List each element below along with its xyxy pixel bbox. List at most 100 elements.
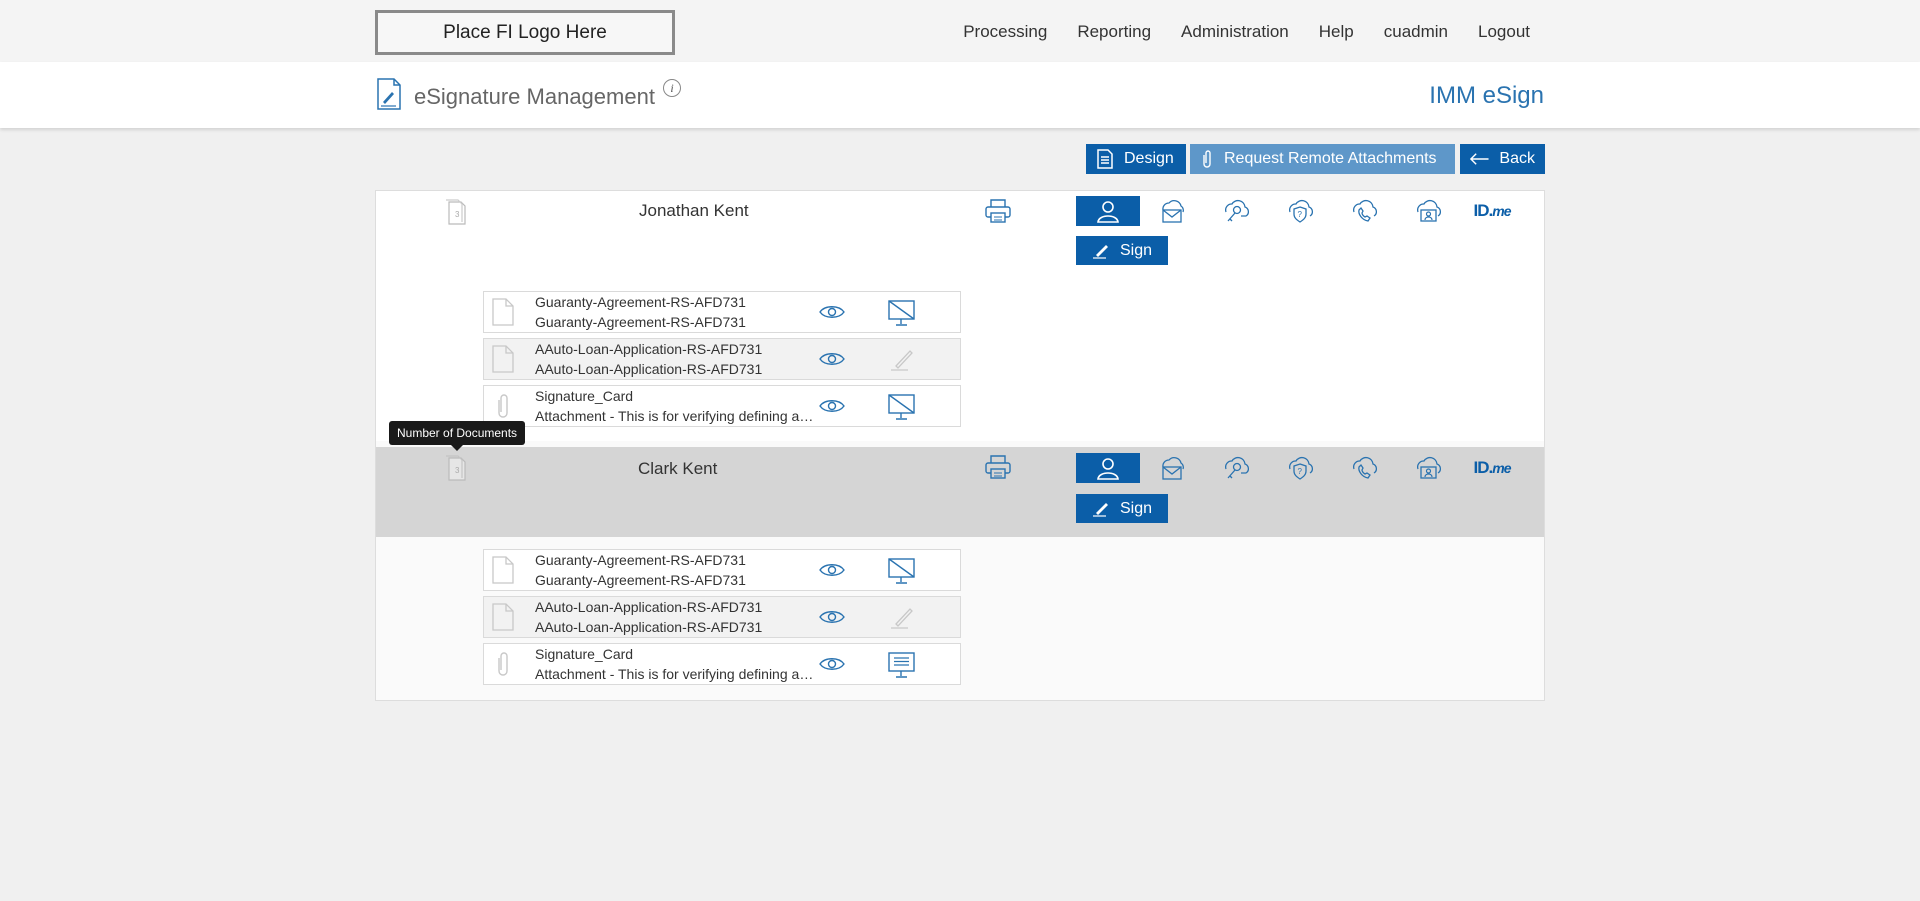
document-row: Guaranty-Agreement-RS-AFD731 Guaranty-Ag… — [483, 549, 961, 591]
eye-icon[interactable] — [819, 304, 845, 320]
request-button-label: Request Remote Attachments — [1224, 150, 1437, 167]
eye-icon[interactable] — [819, 609, 845, 625]
logo-placeholder: Place FI Logo Here — [375, 10, 675, 55]
document-description: Guaranty-Agreement-RS-AFD731 — [535, 314, 746, 330]
paperclip-icon — [1203, 150, 1211, 168]
document-name: AAuto-Loan-Application-RS-AFD731 — [535, 599, 763, 615]
document-icon — [492, 345, 514, 373]
document-row: AAuto-Loan-Application-RS-AFD731 AAuto-L… — [483, 596, 961, 638]
document-stack-icon[interactable]: 3 — [444, 454, 468, 482]
cloud-shield-question-icon: ? — [1289, 456, 1314, 480]
auth-phone-tab[interactable] — [1332, 196, 1396, 226]
document-row: AAuto-Loan-Application-RS-AFD731 AAuto-L… — [483, 338, 961, 380]
auth-email-tab[interactable] — [1140, 453, 1204, 483]
nav-reporting[interactable]: Reporting — [1077, 22, 1151, 42]
auth-phone-tab[interactable] — [1332, 453, 1396, 483]
cloud-key-icon — [1225, 199, 1250, 222]
auth-in-person-tab[interactable] — [1076, 453, 1140, 483]
nav-user[interactable]: cuadmin — [1384, 22, 1448, 42]
arrow-left-icon — [1470, 153, 1489, 165]
pen-icon — [1092, 244, 1108, 259]
auth-question-tab[interactable]: ? — [1268, 453, 1332, 483]
eye-icon[interactable] — [819, 562, 845, 578]
attachment-description: Attachment - This is for verifying defin… — [535, 666, 817, 682]
auth-key-tab[interactable] — [1204, 453, 1268, 483]
sign-button[interactable]: Sign — [1076, 494, 1168, 523]
cloud-phone-icon — [1353, 456, 1378, 479]
nav-logout[interactable]: Logout — [1478, 22, 1530, 42]
document-description: AAuto-Loan-Application-RS-AFD731 — [535, 361, 763, 377]
signer-name: Clark Kent — [638, 459, 718, 478]
document-stack-icon: 3 — [446, 199, 466, 225]
signer-row: 3 Clark Kent ? ID.me Sign — [376, 447, 1544, 537]
top-bar: Place FI Logo Here Processing Reporting … — [0, 0, 1920, 62]
signer-row: 3 Jonathan Kent ? ID.me Sign Guaranty-Ag… — [376, 191, 1544, 441]
signer-name: Jonathan Kent — [639, 201, 749, 220]
signers-panel: 3 Jonathan Kent ? ID.me Sign Guaranty-Ag… — [375, 190, 1545, 701]
auth-in-person-tab[interactable] — [1076, 196, 1140, 226]
document-name: Guaranty-Agreement-RS-AFD731 — [535, 294, 746, 310]
auth-id-tab[interactable] — [1396, 196, 1460, 226]
auth-id-tab[interactable] — [1396, 453, 1460, 483]
info-icon[interactable]: i — [663, 79, 681, 97]
document-icon — [492, 603, 514, 631]
page-title: eSignature Management — [414, 84, 655, 109]
cloud-key-icon — [1225, 456, 1250, 479]
idme-logo: ID.me — [1473, 201, 1512, 220]
eye-icon[interactable] — [819, 398, 845, 414]
paperclip-icon — [498, 394, 508, 418]
document-name: AAuto-Loan-Application-RS-AFD731 — [535, 341, 763, 357]
sign-button-label: Sign — [1119, 241, 1153, 259]
main-nav: Processing Reporting Administration Help… — [963, 22, 1530, 42]
print-icon[interactable] — [984, 454, 1012, 480]
attachment-name: Signature_Card — [535, 646, 634, 662]
request-remote-attachments-button[interactable]: Request Remote Attachments — [1190, 144, 1455, 174]
paperclip-icon — [498, 652, 508, 676]
monitor-crossed-icon — [888, 300, 915, 326]
cloud-phone-icon — [1353, 199, 1378, 222]
pen-icon — [1092, 502, 1108, 517]
monitor-crossed-icon — [888, 394, 915, 420]
document-icon — [492, 556, 514, 584]
attachment-description: Attachment - This is for verifying defin… — [535, 408, 817, 424]
svg-text:3: 3 — [455, 466, 460, 475]
eye-icon[interactable] — [819, 351, 845, 367]
cloud-email-icon — [1162, 200, 1184, 223]
number-of-documents-tooltip: Number of Documents — [389, 421, 526, 451]
nav-help[interactable]: Help — [1319, 22, 1354, 42]
person-icon — [1097, 201, 1119, 223]
idme-logo: ID.me — [1473, 458, 1512, 477]
design-button-label: Design — [1124, 150, 1174, 167]
auth-email-tab[interactable] — [1140, 196, 1204, 226]
nav-processing[interactable]: Processing — [963, 22, 1047, 42]
sign-button[interactable]: Sign — [1076, 236, 1168, 265]
back-button[interactable]: Back — [1460, 144, 1545, 174]
document-icon — [492, 298, 514, 326]
document-name: Guaranty-Agreement-RS-AFD731 — [535, 552, 746, 568]
document-description: AAuto-Loan-Application-RS-AFD731 — [535, 619, 763, 635]
svg-text:?: ? — [1298, 210, 1303, 219]
document-description: Guaranty-Agreement-RS-AFD731 — [535, 572, 746, 588]
design-button[interactable]: Design — [1086, 144, 1186, 174]
eye-icon[interactable] — [819, 656, 845, 672]
sign-button-label: Sign — [1119, 499, 1153, 517]
cloud-email-icon — [1162, 457, 1184, 480]
back-button-label: Back — [1499, 150, 1535, 167]
signature-document-icon — [377, 78, 401, 110]
auth-key-tab[interactable] — [1204, 196, 1268, 226]
auth-idme-tab[interactable]: ID.me — [1460, 196, 1524, 226]
auth-idme-tab[interactable]: ID.me — [1460, 453, 1524, 483]
print-icon[interactable] — [984, 198, 1012, 224]
person-icon — [1097, 458, 1119, 480]
attachment-row: Signature_Card Attachment - This is for … — [483, 643, 961, 685]
cloud-shield-question-icon: ? — [1289, 199, 1314, 223]
auth-question-tab[interactable]: ? — [1268, 196, 1332, 226]
monitor-crossed-icon — [888, 558, 915, 584]
attachment-row: Signature_Card Attachment - This is for … — [483, 385, 961, 427]
cloud-id-card-icon — [1417, 456, 1442, 479]
monitor-text-icon — [888, 652, 915, 678]
brand-title: IMM eSign — [1429, 82, 1544, 109]
document-row: Guaranty-Agreement-RS-AFD731 Guaranty-Ag… — [483, 291, 961, 333]
svg-text:?: ? — [1298, 467, 1303, 476]
nav-administration[interactable]: Administration — [1181, 22, 1289, 42]
